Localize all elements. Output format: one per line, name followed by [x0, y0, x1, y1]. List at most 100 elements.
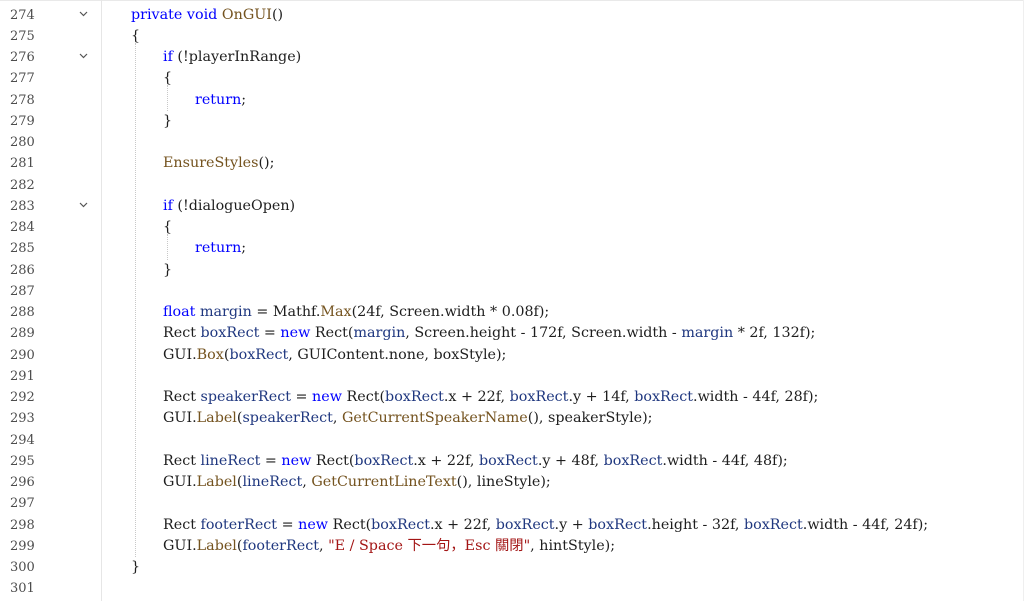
code-token: GUIContent [297, 346, 385, 363]
code-line[interactable]: 286} [0, 260, 1024, 281]
code-token: Label [196, 537, 237, 554]
code-token: Rect [315, 452, 349, 469]
line-number: 301 [10, 581, 35, 597]
code-text: GUI.Label(footerRect, "E / Space 下一句，Esc… [163, 537, 615, 556]
chevron-down-icon[interactable] [79, 8, 89, 22]
code-token: Screen [571, 325, 622, 342]
code-token: Label [196, 474, 237, 490]
code-token: = [251, 304, 273, 320]
indent-guide [167, 234, 168, 260]
code-token: (), [527, 410, 549, 427]
code-token: boxRect [229, 346, 289, 363]
code-text: if (!dialogueOpen) [163, 197, 295, 216]
code-token: private [131, 6, 183, 23]
code-token: x [417, 452, 426, 469]
chevron-down-icon[interactable] [79, 50, 89, 64]
code-token: EnsureStyles [163, 155, 259, 172]
code-token: Mathf [272, 304, 316, 320]
code-token: - [667, 325, 682, 342]
code-token: boxRect [495, 516, 555, 533]
code-token: { [163, 219, 173, 235]
code-token: new [298, 516, 329, 533]
code-line[interactable]: 295 Rect lineRect = new Rect(boxRect.x + … [0, 451, 1024, 472]
code-token: ); [495, 346, 507, 363]
code-line[interactable]: 280 [0, 132, 1024, 153]
code-token: , [302, 474, 312, 490]
code-line[interactable]: 296 GUI.Label(lineRect, GetCurrentLineTex… [0, 472, 1024, 493]
code-text: Rect boxRect = new Rect(margin, Screen.h… [163, 324, 815, 343]
code-token: + 22f, [442, 516, 496, 533]
code-token: lineRect [200, 452, 261, 469]
code-token: - 32f, [697, 516, 744, 533]
code-token: width [626, 325, 668, 342]
code-line[interactable]: 290 GUI.Box(boxRect, GUIContent.none, box… [0, 345, 1024, 366]
code-token: width [697, 389, 739, 405]
code-line[interactable]: 298 Rect footerRect = new Rect(boxRect.x … [0, 515, 1024, 536]
line-number: 290 [10, 347, 35, 363]
code-token: = [260, 452, 282, 469]
code-token: , [332, 410, 342, 427]
code-line[interactable]: 281 EnsureStyles(); [0, 153, 1024, 174]
line-number: 284 [10, 220, 35, 235]
code-token: = [259, 325, 281, 342]
code-token: - 172f, [516, 325, 572, 342]
code-line[interactable]: 274 private void OnGUI() [0, 5, 1024, 26]
code-line[interactable]: 289 Rect boxRect = new Rect(margin, Scree… [0, 323, 1024, 344]
code-line[interactable]: 299 GUI.Label(footerRect, "E / Space 下一句，… [0, 536, 1024, 557]
line-number: 294 [10, 432, 35, 448]
code-token: - 44f, 24f); [848, 516, 929, 533]
code-line[interactable]: 287 [0, 281, 1024, 302]
code-token: Rect [163, 452, 196, 469]
code-line[interactable]: 276 if (!playerInRange) [0, 47, 1024, 68]
code-token: width [444, 304, 486, 320]
line-number: 296 [10, 475, 35, 490]
line-number: 287 [10, 283, 35, 299]
code-line[interactable]: 279} [0, 111, 1024, 132]
code-line[interactable]: 294 [0, 430, 1024, 451]
code-line[interactable]: 277 { [0, 68, 1024, 89]
line-number: 286 [10, 262, 35, 278]
code-text: if (!playerInRange) [163, 48, 301, 67]
code-token: ; [241, 240, 247, 257]
code-token: height [469, 325, 517, 342]
code-text: GUI.Box(boxRect, GUIContent.none, boxSty… [163, 346, 506, 365]
code-line[interactable]: 297 [0, 493, 1024, 514]
code-token: (), [456, 474, 477, 490]
code-line[interactable]: 282 [0, 175, 1024, 196]
code-line[interactable]: 301 [0, 578, 1024, 599]
code-line[interactable]: 278 return; [0, 90, 1024, 111]
code-token: + 48f, [550, 452, 604, 469]
code-line[interactable]: 293 GUI.Label(speakerRect, GetCurrentSpea… [0, 408, 1024, 429]
code-token: speakerStyle [548, 410, 643, 427]
line-number: 280 [10, 135, 35, 150]
code-token: } [131, 559, 141, 575]
line-number: 300 [10, 560, 35, 575]
code-line[interactable]: 275 { [0, 26, 1024, 47]
code-line[interactable]: 284 { [0, 217, 1024, 238]
code-token: (! [172, 197, 189, 214]
code-token: ); [642, 410, 653, 427]
code-token: Max [320, 304, 352, 320]
code-line[interactable]: 283 if (!dialogueOpen) [0, 196, 1024, 217]
code-token: y [572, 389, 582, 405]
indent-guide [167, 85, 168, 111]
code-token: margin [353, 325, 406, 342]
code-line[interactable]: 285 return; [0, 238, 1024, 259]
code-token: GUI [163, 410, 193, 427]
code-token: GUI [163, 346, 193, 363]
code-text: Rect speakerRect = new Rect(boxRect.x + … [163, 388, 818, 407]
line-number: 282 [10, 177, 35, 193]
code-line[interactable]: 300} [0, 557, 1024, 578]
code-editor[interactable]: 274 private void OnGUI() 275{ 276 if (!playe… [0, 0, 1024, 601]
chevron-down-icon[interactable] [79, 199, 89, 213]
code-line[interactable]: 292 Rect speakerRect = new Rect(boxRect.x… [0, 387, 1024, 408]
code-token: Rect [163, 516, 196, 533]
code-token: } [163, 261, 173, 278]
code-token: + 22f, [456, 389, 510, 405]
line-number: 276 [10, 50, 35, 65]
code-token: boxRect [200, 325, 260, 342]
code-token: Rect [163, 325, 196, 342]
code-line[interactable]: 288 float margin = Mathf.Max(24f, Screen.… [0, 302, 1024, 323]
line-number: 279 [10, 113, 35, 129]
code-line[interactable]: 291 [0, 366, 1024, 387]
